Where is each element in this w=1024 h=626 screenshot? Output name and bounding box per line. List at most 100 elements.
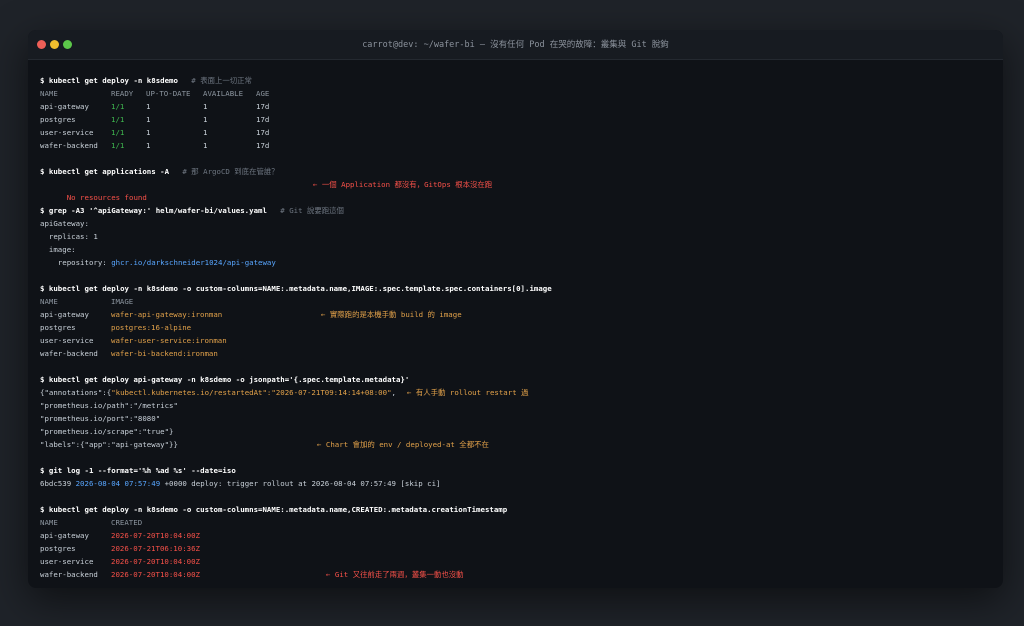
table-row: postgres 2026-07-21T06:10:36Z: [40, 542, 991, 555]
command-comment: # 表面上一切正常: [191, 76, 252, 85]
table-row: user-service 1/1 1 1 17d: [40, 126, 991, 139]
json-text: ,: [391, 388, 396, 397]
command-line: $ grep -A3 '^apiGateway:' helm/wafer-bi/…: [40, 204, 991, 217]
yaml-key: repository:: [40, 258, 112, 267]
table-cell: 2026-07-20T10:04:00Z: [111, 531, 200, 540]
table-cell: postgres: [40, 323, 76, 332]
table-row: user-service wafer-user-service:ironman: [40, 334, 991, 347]
table-row: wafer-backend wafer-bi-backend:ironman: [40, 347, 991, 360]
output-line: replicas: 1: [40, 232, 98, 241]
command-comment: # Git 說要跑這個: [280, 206, 344, 215]
command-line: $ kubectl get deploy -n k8sdemo -o custo…: [40, 282, 991, 295]
command-text: $ kubectl get deploy api-gateway -n k8sd…: [40, 375, 410, 384]
table-row: postgres postgres:16-alpine: [40, 321, 991, 334]
table-cell: postgres:16-alpine: [111, 323, 192, 332]
window-title: carrot@dev: ~/wafer-bi — 沒有任何 Pod 在哭的故障：…: [362, 40, 669, 50]
command-line: $ kubectl get deploy -n k8sdemo -o custo…: [40, 503, 991, 516]
table-cell: 1: [146, 141, 151, 150]
table-cell: 1: [203, 115, 208, 124]
output-line: "labels":{"app":"api-gateway"}} ← Chart 會…: [40, 438, 991, 451]
command-comment: # 那 ArgoCD 到底在管誰？: [182, 167, 279, 176]
table-cell: 1: [146, 128, 151, 137]
table-cell: user-service: [40, 557, 94, 566]
output-line: "prometheus.io/path":"/metrics": [40, 401, 178, 410]
table-row: api-gateway 2026-07-20T10:04:00Z: [40, 529, 991, 542]
commit-message: +0000 deploy: trigger rollout at 2026-08…: [160, 479, 441, 488]
title-bar: carrot@dev: ~/wafer-bi — 沒有任何 Pod 在哭的故障：…: [28, 30, 1003, 60]
table-cell: postgres: [40, 544, 76, 553]
table-row: api-gateway 1/1 1 1 17d: [40, 100, 991, 113]
output-line: repository: ghcr.io/darkschneider1024/ap…: [40, 256, 991, 269]
table-cell: 1: [146, 115, 151, 124]
yaml-value: ghcr.io/darkschneider1024/api-gateway: [111, 258, 276, 267]
table-cell: 1/1: [111, 141, 125, 150]
json-text: {"annotations":{: [40, 388, 112, 397]
table-header: NAME READY UP-TO-DATE AVAILABLE AGE: [40, 87, 991, 100]
table-cell: user-service: [40, 128, 94, 137]
table-row: user-service 2026-07-20T10:04:00Z: [40, 555, 991, 568]
column-header: CREATED: [111, 518, 143, 527]
table-cell: 17d: [256, 141, 270, 150]
table-header: NAME IMAGE: [40, 295, 991, 308]
table-cell: 2026-07-20T10:04:00Z: [111, 570, 200, 579]
commit-date: 2026-08-04 07:57:49: [75, 479, 161, 488]
annotation-note: ← 一個 Application 都沒有，GitOps 根本沒在跑: [313, 180, 493, 189]
error-output: No resources found: [66, 193, 147, 202]
command-line: $ kubectl get deploy -n k8sdemo # 表面上一切正…: [40, 74, 991, 87]
commit-hash: 6bdc539: [40, 479, 72, 488]
command-text: $ kubectl get deploy -n k8sdemo: [40, 76, 178, 85]
table-cell: wafer-user-service:ironman: [111, 336, 227, 345]
column-header: IMAGE: [111, 297, 134, 306]
table-row: postgres 1/1 1 1 17d: [40, 113, 991, 126]
output-line: {"annotations":{"kubectl.kubernetes.io/r…: [40, 386, 991, 399]
table-cell: wafer-backend: [40, 349, 98, 358]
column-header: UP-TO-DATE: [146, 89, 191, 98]
command-line: $ kubectl get deploy api-gateway -n k8sd…: [40, 373, 991, 386]
column-header: NAME: [40, 89, 58, 98]
table-cell: 2026-07-21T06:10:36Z: [111, 544, 200, 553]
command-text: $ kubectl get applications -A: [40, 167, 170, 176]
annotation-note: ← Chart 會加的 env / deployed-at 全都不在: [317, 440, 489, 449]
annotation-note: ← Git 又往前走了兩週，叢集一動也沒動: [326, 570, 464, 579]
annotation-note: ← 實際跑的是本機手動 build 的 image: [321, 310, 462, 319]
table-cell: 1/1: [111, 115, 125, 124]
table-cell: 1/1: [111, 128, 125, 137]
table-cell: 17d: [256, 102, 270, 111]
column-header: NAME: [40, 518, 58, 527]
json-highlight: "kubectl.kubernetes.io/restartedAt":"202…: [111, 388, 392, 397]
output-line: 6bdc539 2026-08-04 07:57:49 +0000 deploy…: [40, 477, 991, 490]
column-header: NAME: [40, 297, 58, 306]
table-cell: 1: [203, 102, 208, 111]
table-cell: wafer-bi-backend:ironman: [111, 349, 218, 358]
table-cell: wafer-api-gateway:ironman: [111, 310, 223, 319]
output-line: "prometheus.io/port":"8080": [40, 414, 161, 423]
json-text: "labels":{"app":"api-gateway"}}: [40, 440, 178, 449]
table-cell: 2026-07-20T10:04:00Z: [111, 557, 200, 566]
command-text: $ kubectl get deploy -n k8sdemo -o custo…: [40, 505, 508, 514]
command-line: $ kubectl get applications -A # 那 ArgoCD…: [40, 165, 991, 178]
column-header: READY: [111, 89, 134, 98]
table-cell: 17d: [256, 128, 270, 137]
table-cell: api-gateway: [40, 102, 89, 111]
table-cell: api-gateway: [40, 310, 89, 319]
table-cell: 1: [203, 141, 208, 150]
column-header: AVAILABLE: [203, 89, 244, 98]
table-row: api-gateway wafer-api-gateway:ironman ← …: [40, 308, 991, 321]
table-header: NAME CREATED: [40, 516, 991, 529]
table-cell: wafer-backend: [40, 141, 98, 150]
command-text: $ git log -1 --format='%h %ad %s' --date…: [40, 466, 236, 475]
table-cell: 17d: [256, 115, 270, 124]
annotation-note: ← 有人手動 rollout restart 過: [407, 388, 529, 397]
terminal-window: carrot@dev: ~/wafer-bi — 沒有任何 Pod 在哭的故障：…: [28, 30, 1003, 588]
command-text: $ kubectl get deploy -n k8sdemo -o custo…: [40, 284, 552, 293]
command-text: $ grep -A3 '^apiGateway:' helm/wafer-bi/…: [40, 206, 267, 215]
table-row: wafer-backend 1/1 1 1 17d: [40, 139, 991, 152]
table-cell: user-service: [40, 336, 94, 345]
table-cell: 1: [146, 102, 151, 111]
terminal-output[interactable]: $ kubectl get deploy -n k8sdemo # 表面上一切正…: [40, 74, 991, 581]
